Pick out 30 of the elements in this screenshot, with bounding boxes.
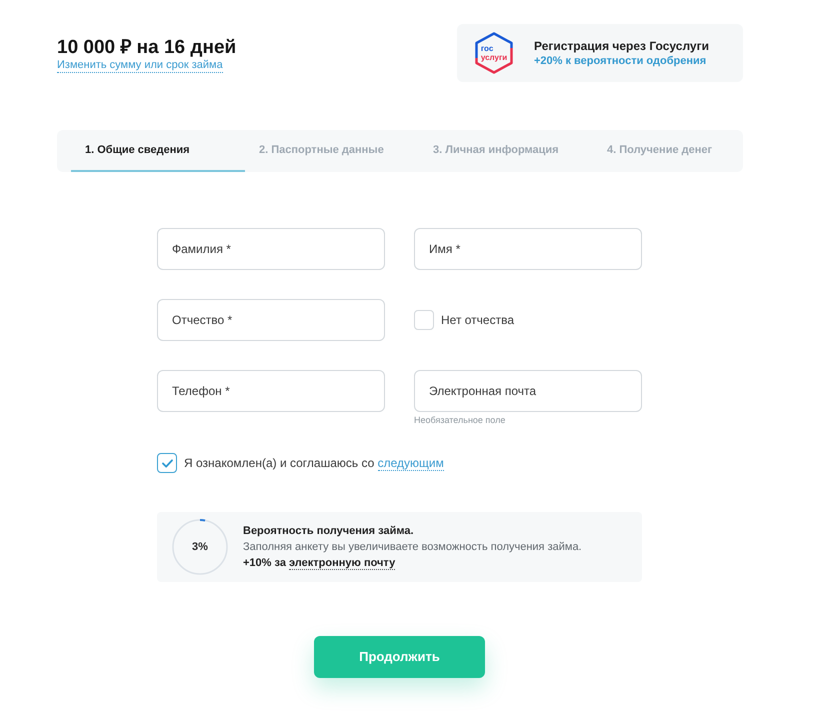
consent-text: Я ознакомлен(а) и соглашаюсь со следующим: [184, 455, 444, 472]
input-field[interactable]: Фамилия *: [157, 228, 385, 270]
input-field[interactable]: Электронная почта: [414, 370, 642, 412]
gosuslugi-card[interactable]: гос услуги Регистрация через Госуслуги +20% к вероятности одобрения: [457, 24, 743, 82]
hexagon-icon: [475, 32, 513, 74]
checkbox-label: Нет отчества: [441, 312, 514, 329]
continue-button[interactable]: Продолжить: [314, 636, 485, 678]
email-link[interactable]: электронную почту: [289, 557, 396, 570]
progress-reading: 3%: [192, 540, 208, 555]
step-tab[interactable]: 4. Получение денег: [593, 130, 743, 172]
step-tab[interactable]: 3. Личная информация: [419, 130, 593, 172]
step-tab[interactable]: 2. Паспортные данные: [245, 130, 419, 172]
hint-text: Необязательное поле: [414, 414, 506, 426]
step-tab[interactable]: 1. Общие сведения: [71, 130, 245, 172]
check-icon: [162, 458, 172, 468]
progress-ring: [172, 519, 228, 575]
input-field[interactable]: Имя *: [414, 228, 642, 270]
input-field[interactable]: Отчество *: [157, 299, 385, 341]
checkbox[interactable]: [157, 453, 177, 473]
change-loan-link[interactable]: Изменить сумму или срок займа: [57, 59, 223, 73]
probability-description: Заполняя анкету вы увеличиваете возможность получения займа.: [243, 540, 582, 555]
gosuslugi-bonus: +20% к вероятности одобрения: [534, 54, 708, 68]
loan-title: 10 000 ₽ на 16 дней: [57, 37, 236, 59]
logo-word: гос: [480, 44, 494, 53]
probability-title: Вероятность получения займа.: [243, 524, 414, 539]
email-bonus-text: +10% за электронную почту: [243, 556, 396, 571]
input-field[interactable]: Телефон *: [157, 370, 385, 412]
gosuslugi-title: Регистрация через Госуслуги: [534, 38, 709, 54]
logo-word: услуги: [480, 53, 508, 62]
terms-link[interactable]: следующим: [378, 456, 444, 471]
